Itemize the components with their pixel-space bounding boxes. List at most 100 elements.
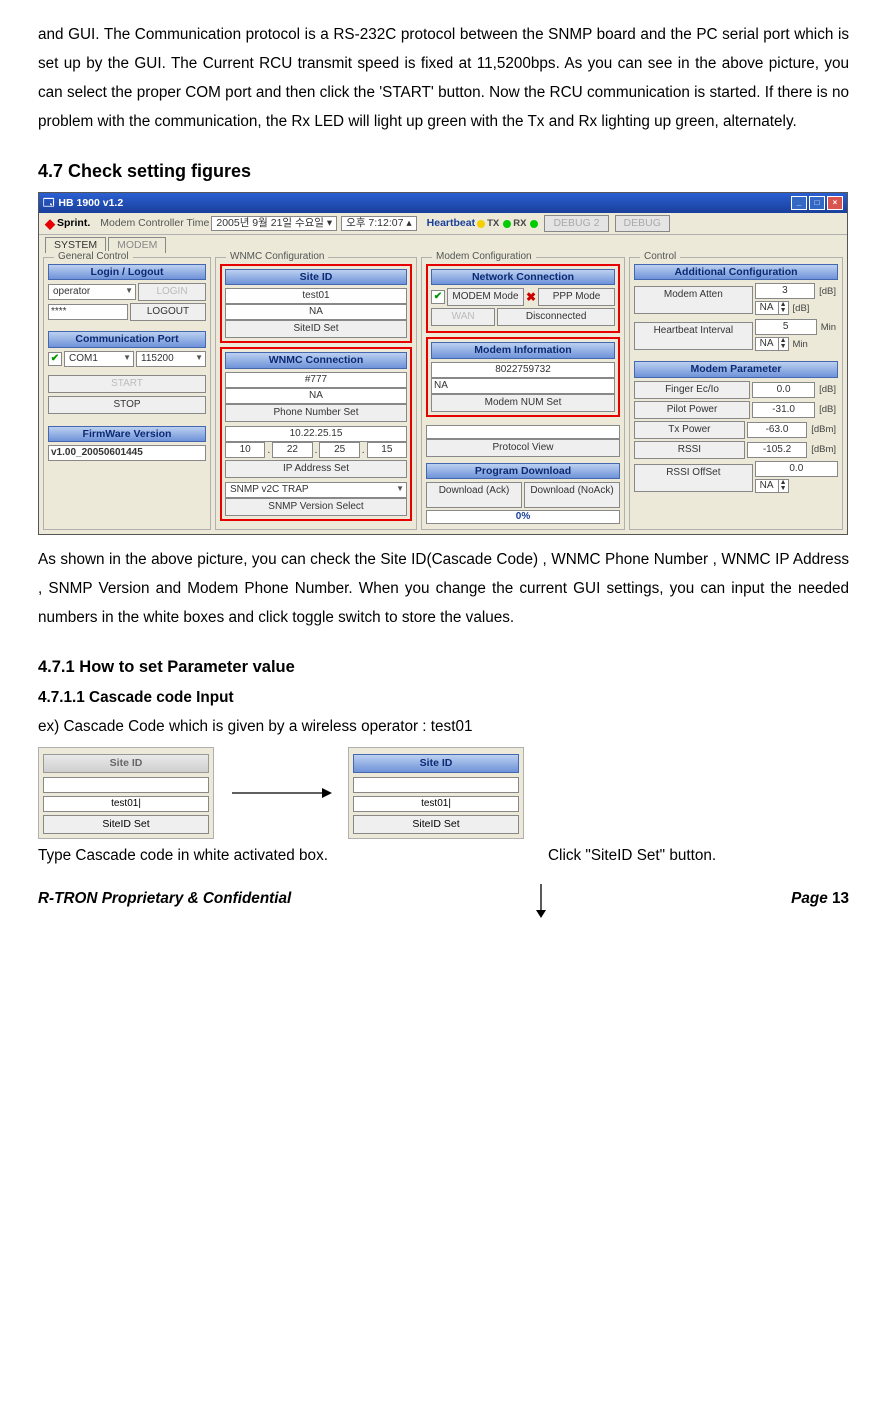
header-wnmc-conn: WNMC Connection	[225, 352, 407, 369]
group-general-control: General Control Login / Logout operator …	[43, 257, 211, 530]
finger-label: Finger Ec/Io	[634, 381, 750, 399]
header-comport: Communication Port	[48, 331, 206, 348]
intro-paragraph: and GUI. The Communication protocol is a…	[38, 20, 849, 136]
date-field[interactable]: 2005년 9월 21일 수요일 ▾	[211, 216, 337, 231]
tx-led	[503, 220, 511, 228]
heartbeat-interval-button[interactable]: Heartbeat Interval	[634, 322, 753, 350]
unit-db-3: [dB]	[817, 384, 838, 395]
com-check-icon: ✔	[48, 352, 62, 366]
ip-oct4[interactable]: 15	[367, 442, 407, 458]
rssi-offset-value: 0.0	[755, 461, 838, 477]
finger-value: 0.0	[752, 382, 815, 398]
download-ack-button[interactable]: Download (Ack)	[426, 482, 522, 508]
modem-num-set-button[interactable]: Modem NUM Set	[431, 394, 615, 412]
atten-value: 3	[755, 283, 815, 299]
login-button[interactable]: LOGIN	[138, 283, 206, 301]
controller-time-label: Modem Controller Time	[100, 217, 209, 230]
siteid-b-set-button[interactable]: SiteID Set	[353, 815, 519, 834]
siteid-a-value[interactable]: test01|	[43, 796, 209, 812]
logout-button[interactable]: LOGOUT	[130, 303, 206, 321]
group-control: Control Additional Configuration Modem A…	[629, 257, 843, 530]
siteid-b-value[interactable]: test01|	[353, 796, 519, 812]
wnmc-conn-redbox: WNMC Connection #777 NA Phone Number Set…	[220, 347, 412, 521]
pilot-label: Pilot Power	[634, 401, 750, 419]
siteid-value: test01	[225, 288, 407, 304]
debug-button[interactable]: DEBUG	[615, 215, 670, 232]
rssi-offset-button[interactable]: RSSI OffSet	[634, 464, 753, 492]
close-button[interactable]: ×	[827, 196, 843, 210]
unit-db-4: [dB]	[817, 404, 838, 415]
com-port-select[interactable]: COM1	[64, 351, 134, 367]
group-wnmc-config: WNMC Configuration Site ID test01 NA Sit…	[215, 257, 417, 530]
rssi-label: RSSI	[634, 441, 745, 459]
app-icon: 🗔	[43, 197, 54, 210]
heading-4-7: 4.7 Check setting figures	[38, 154, 849, 188]
password-field[interactable]: ****	[48, 304, 128, 320]
right-arrow-icon	[226, 783, 336, 803]
caption-row: Type Cascade code in white activated box…	[38, 841, 849, 870]
ip-oct3[interactable]: 25	[319, 442, 359, 458]
footer-right: Page 13	[791, 884, 849, 918]
siteid-edit[interactable]: NA	[225, 304, 407, 320]
snmp-set-button[interactable]: SNMP Version Select	[225, 498, 407, 516]
siteid-a-blank	[43, 777, 209, 793]
debug2-button[interactable]: DEBUG 2	[544, 215, 608, 232]
unit-min-2: Min	[791, 339, 810, 350]
maximize-button[interactable]: □	[809, 196, 825, 210]
unit-db: [dB]	[817, 286, 838, 297]
time-field[interactable]: 오후 7:12:07 ▴	[341, 216, 416, 231]
rssi-offset-spin[interactable]: NA▲▼	[755, 479, 789, 493]
pilot-value: -31.0	[752, 402, 815, 418]
modem-num-value: 8022759732	[431, 362, 615, 378]
siteid-example-row: Site ID test01| SiteID Set Site ID test0…	[38, 747, 849, 838]
hb-value: 5	[755, 319, 817, 335]
phone-value: #777	[225, 372, 407, 388]
ip-oct1[interactable]: 10	[225, 442, 265, 458]
header-login: Login / Logout	[48, 264, 206, 281]
disconnect-button[interactable]: Disconnected	[497, 308, 615, 326]
phone-set-button[interactable]: Phone Number Set	[225, 404, 407, 422]
atten-spin[interactable]: NA▲▼	[755, 301, 789, 315]
siteid-set-button[interactable]: SiteID Set	[225, 320, 407, 338]
header-progdl: Program Download	[426, 463, 620, 480]
unit-dbm: [dBm]	[809, 424, 838, 435]
ip-set-button[interactable]: IP Address Set	[225, 460, 407, 478]
header-modeminfo: Modem Information	[431, 342, 615, 359]
start-button[interactable]: START	[48, 375, 206, 393]
protocol-view-button[interactable]: Protocol View	[426, 439, 620, 457]
modem-mode-button[interactable]: MODEM Mode	[447, 288, 524, 306]
modeminfo-redbox: Modem Information 8022759732 NA Modem NU…	[426, 337, 620, 417]
rx-led	[530, 220, 538, 228]
txpower-value: -63.0	[747, 422, 807, 438]
modem-num-edit[interactable]: NA	[431, 378, 615, 394]
brand-text: Sprint.	[57, 217, 90, 230]
tx-label: TX	[485, 218, 501, 229]
download-noack-button[interactable]: Download (NoAck)	[524, 482, 620, 508]
heartbeat-led	[477, 220, 485, 228]
protocol-display	[426, 425, 620, 439]
baud-select[interactable]: 115200	[136, 351, 206, 367]
header-addcfg: Additional Configuration	[634, 264, 838, 281]
window-titlebar: 🗔 HB 1900 v1.2 _ □ ×	[39, 193, 847, 213]
phone-edit[interactable]: NA	[225, 388, 407, 404]
siteid-header-blue: Site ID	[353, 754, 519, 773]
role-select[interactable]: operator	[48, 284, 136, 300]
snmp-select[interactable]: SNMP v2C TRAP	[225, 482, 407, 498]
unit-dbm-2: [dBm]	[809, 444, 838, 455]
modem-atten-button[interactable]: Modem Atten	[634, 286, 753, 314]
wan-button[interactable]: WAN	[431, 308, 495, 326]
ppp-mode-button[interactable]: PPP Mode	[538, 288, 615, 306]
hb-spin[interactable]: NA▲▼	[755, 337, 789, 351]
siteid-redbox: Site ID test01 NA SiteID Set	[220, 264, 412, 344]
siteid-a-set-button[interactable]: SiteID Set	[43, 815, 209, 834]
siteid-panel-before: Site ID test01| SiteID Set	[38, 747, 214, 838]
progress-text: 0%	[427, 511, 619, 523]
unit-min: Min	[819, 322, 838, 333]
ip-oct2[interactable]: 22	[272, 442, 312, 458]
legend-modemcfg: Modem Configuration	[432, 251, 536, 263]
minimize-button[interactable]: _	[791, 196, 807, 210]
page-footer: R-TRON Proprietary & Confidential Page 1…	[38, 884, 849, 918]
stop-button[interactable]: STOP	[48, 396, 206, 414]
ppp-x-icon: ✖	[526, 290, 536, 304]
txpower-label: Tx Power	[634, 421, 745, 439]
